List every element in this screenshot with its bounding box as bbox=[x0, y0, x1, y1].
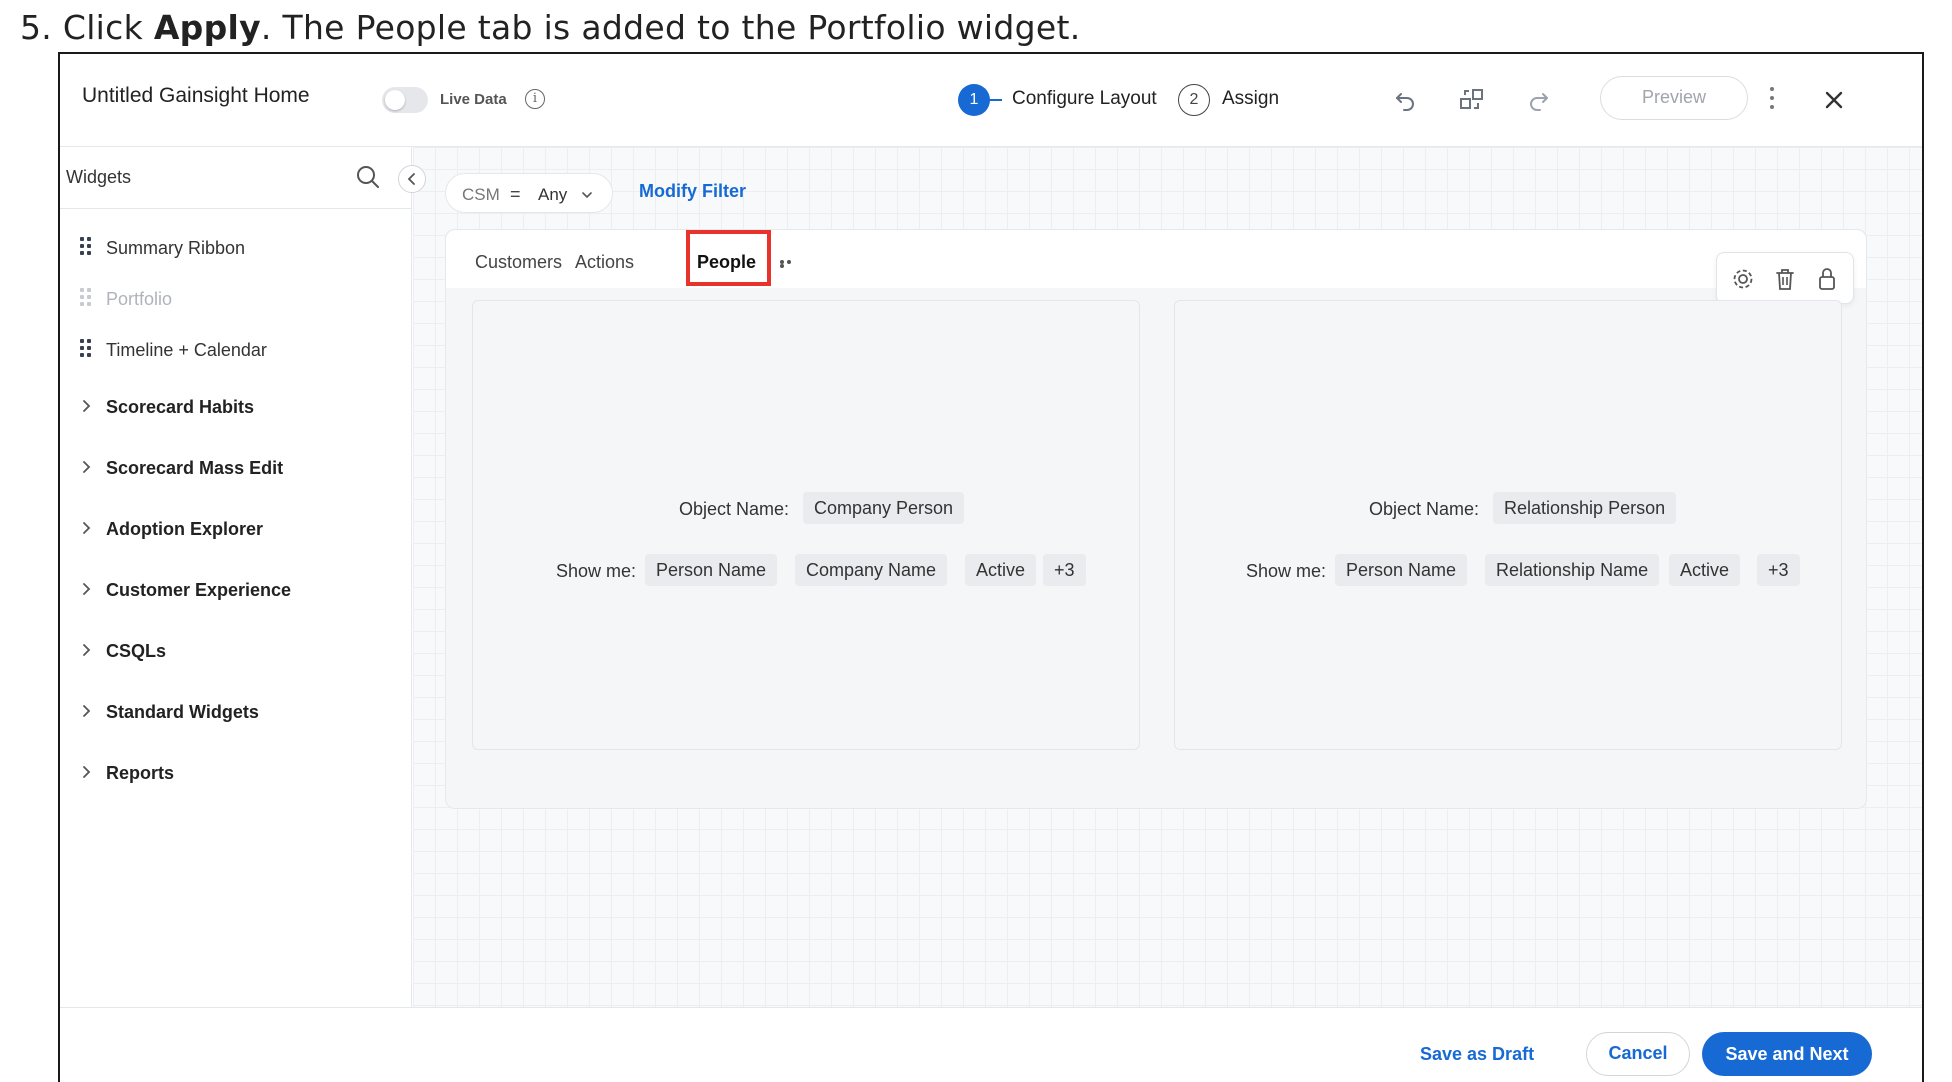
sidebar-group-label: Scorecard Habits bbox=[106, 397, 255, 417]
tab-people-highlight bbox=[686, 230, 771, 286]
chevron-right-icon bbox=[80, 762, 94, 782]
layout-canvas: CSM = Any Modify Filter Customers Action… bbox=[413, 147, 1922, 1007]
step-1-number[interactable]: 1 bbox=[958, 84, 990, 116]
tab-customers[interactable]: Customers bbox=[475, 252, 562, 273]
sidebar-group-standard-widgets[interactable]: Standard Widgets bbox=[60, 693, 412, 733]
sidebar-group-scorecard-mass-edit[interactable]: Scorecard Mass Edit bbox=[60, 449, 412, 489]
chevron-right-icon bbox=[80, 579, 94, 599]
chevron-right-icon bbox=[80, 640, 94, 660]
sidebar-group-label: CSQLs bbox=[106, 641, 167, 661]
drag-handle-icon[interactable] bbox=[80, 339, 92, 359]
sidebar-item-timeline-calendar[interactable]: Timeline + Calendar bbox=[60, 331, 412, 371]
object-name-row: Object Name: Company Person bbox=[473, 492, 1139, 526]
undo-icon[interactable] bbox=[1390, 84, 1422, 116]
chevron-right-icon bbox=[80, 396, 94, 416]
more-fields-chip[interactable]: +3 bbox=[1757, 554, 1800, 586]
filter-operator: = bbox=[510, 184, 521, 204]
app-window: Untitled Gainsight Home Live Data i 1 Co… bbox=[58, 52, 1924, 1082]
chevron-right-icon bbox=[80, 701, 94, 721]
ellipsis-icon[interactable] bbox=[780, 260, 798, 268]
show-me-label: Show me: bbox=[1246, 561, 1327, 581]
collapse-sidebar-button[interactable] bbox=[398, 165, 426, 193]
object-name-chip: Company Person bbox=[803, 492, 965, 524]
instruction-text: 5. Click Apply. The People tab is added … bbox=[20, 8, 1081, 47]
sidebar-item-label: Portfolio bbox=[106, 289, 173, 309]
sidebar-group-label: Reports bbox=[106, 763, 175, 783]
portfolio-widget[interactable]: Customers Actions People Object Name: Co… bbox=[445, 229, 1867, 809]
field-chip: Relationship Name bbox=[1485, 554, 1660, 586]
trash-icon[interactable] bbox=[1772, 265, 1798, 293]
sidebar-item-summary-ribbon[interactable]: Summary Ribbon bbox=[60, 229, 412, 269]
settings-icon[interactable] bbox=[1730, 265, 1756, 293]
filter-field: CSM bbox=[462, 185, 500, 204]
lock-icon[interactable] bbox=[1814, 265, 1840, 293]
toggle-knob bbox=[385, 90, 405, 110]
info-icon[interactable]: i bbox=[525, 89, 545, 109]
object-name-chip: Relationship Person bbox=[1493, 492, 1677, 524]
step-1-connector bbox=[988, 99, 1002, 101]
instruction-suffix: . The People tab is added to the Portfol… bbox=[260, 8, 1081, 47]
object-name-label: Object Name: bbox=[679, 499, 790, 519]
sidebar-item-portfolio: Portfolio bbox=[60, 280, 412, 320]
footer-bar: Save as Draft Cancel Save and Next bbox=[60, 1007, 1922, 1082]
search-icon[interactable] bbox=[354, 163, 382, 191]
instruction-prefix: 5. Click bbox=[20, 8, 154, 47]
field-chip: Person Name bbox=[1335, 554, 1468, 586]
field-chip: Active bbox=[1669, 554, 1741, 586]
live-data-label: Live Data bbox=[440, 91, 507, 108]
widget-toolbar bbox=[1716, 252, 1854, 304]
sidebar-group-label: Standard Widgets bbox=[106, 702, 259, 722]
sidebar-item-label: Summary Ribbon bbox=[106, 238, 246, 258]
field-chip: Person Name bbox=[645, 554, 778, 586]
show-me-label: Show me: bbox=[556, 561, 637, 581]
sidebar-group-scorecard-habits[interactable]: Scorecard Habits bbox=[60, 388, 412, 428]
modify-filter-link[interactable]: Modify Filter bbox=[639, 181, 746, 202]
save-and-next-button[interactable]: Save and Next bbox=[1702, 1032, 1872, 1076]
sidebar-group-label: Customer Experience bbox=[106, 580, 292, 600]
step-2-number[interactable]: 2 bbox=[1178, 84, 1210, 116]
people-card-relationship[interactable]: Object Name: Relationship Person Show me… bbox=[1174, 300, 1842, 750]
drag-handle-icon bbox=[80, 288, 92, 308]
show-me-row: Show me: Person Name Company Name Active… bbox=[473, 554, 1139, 588]
sidebar-group-adoption-explorer[interactable]: Adoption Explorer bbox=[60, 510, 412, 550]
kebab-icon[interactable] bbox=[1762, 82, 1782, 118]
step-1-label[interactable]: Configure Layout bbox=[1012, 88, 1157, 110]
sidebar-group-label: Adoption Explorer bbox=[106, 519, 263, 539]
sidebar-group-customer-experience[interactable]: Customer Experience bbox=[60, 571, 412, 611]
sidebar-group-reports[interactable]: Reports bbox=[60, 754, 412, 794]
sidebar-group-csqls[interactable]: CSQLs bbox=[60, 632, 412, 672]
step-2-label[interactable]: Assign bbox=[1222, 88, 1279, 110]
object-name-row: Object Name: Relationship Person bbox=[1175, 492, 1841, 526]
object-name-label: Object Name: bbox=[1369, 499, 1480, 519]
cancel-button[interactable]: Cancel bbox=[1586, 1032, 1690, 1076]
instruction-bold: Apply bbox=[153, 8, 261, 47]
page-title[interactable]: Untitled Gainsight Home bbox=[82, 84, 310, 108]
chevron-right-icon bbox=[80, 457, 94, 477]
top-header: Untitled Gainsight Home Live Data i 1 Co… bbox=[60, 54, 1922, 147]
people-card-company[interactable]: Object Name: Company Person Show me: Per… bbox=[472, 300, 1140, 750]
csm-filter-pill[interactable]: CSM = Any bbox=[445, 173, 613, 213]
save-as-draft-button[interactable]: Save as Draft bbox=[1420, 1044, 1534, 1065]
redo-icon[interactable] bbox=[1522, 84, 1554, 116]
field-chip: Active bbox=[965, 554, 1037, 586]
close-icon[interactable] bbox=[1818, 84, 1850, 116]
portfolio-tabs: Customers Actions People bbox=[446, 230, 1866, 288]
widgets-sidebar: Widgets Summary Ribbon Portfolio Timelin… bbox=[60, 147, 412, 1007]
live-data-toggle[interactable] bbox=[382, 87, 428, 113]
chevron-down-icon bbox=[580, 188, 594, 200]
drag-handle-icon[interactable] bbox=[80, 237, 92, 257]
swap-layout-icon[interactable] bbox=[1456, 84, 1488, 116]
sidebar-group-label: Scorecard Mass Edit bbox=[106, 458, 284, 478]
more-fields-chip[interactable]: +3 bbox=[1043, 554, 1086, 586]
sidebar-header: Widgets bbox=[60, 147, 412, 209]
filter-value: Any bbox=[538, 185, 568, 204]
chevron-right-icon bbox=[80, 518, 94, 538]
sidebar-item-label: Timeline + Calendar bbox=[106, 340, 267, 360]
sidebar-title: Widgets bbox=[66, 167, 132, 187]
tab-actions[interactable]: Actions bbox=[575, 252, 634, 273]
preview-button[interactable]: Preview bbox=[1600, 76, 1748, 120]
field-chip: Company Name bbox=[795, 554, 948, 586]
show-me-row: Show me: Person Name Relationship Name A… bbox=[1175, 554, 1841, 588]
